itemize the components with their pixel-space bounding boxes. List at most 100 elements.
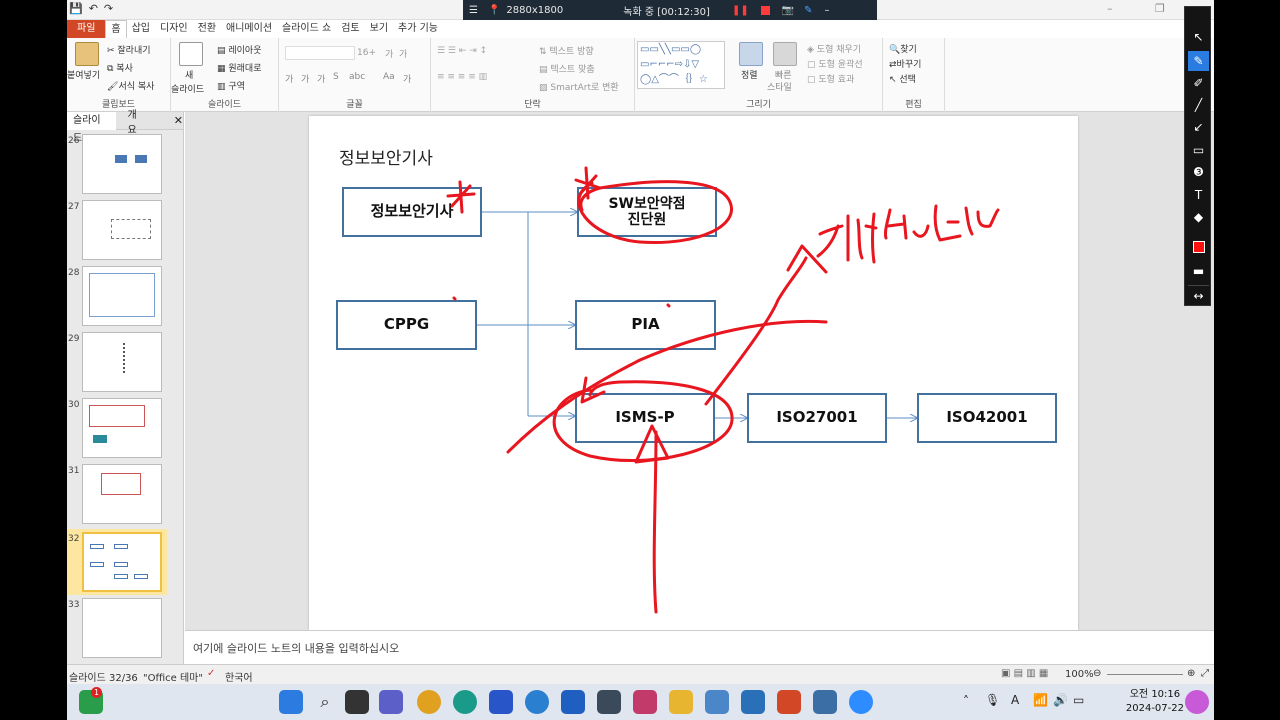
remote-icon[interactable] — [597, 690, 621, 714]
snip-icon[interactable] — [633, 690, 657, 714]
tab-design[interactable]: 디자인 — [155, 20, 193, 38]
tab-slides[interactable]: 슬라이드 — [67, 111, 116, 144]
zoom-level[interactable]: 100% — [1065, 669, 1094, 680]
thumbnail-30[interactable]: 30 — [67, 398, 184, 460]
box-sw-vulnerability-analyst[interactable]: SW보안약점 진단원 — [577, 187, 717, 237]
volume-icon[interactable]: 🔊 — [1053, 693, 1068, 707]
view-buttons[interactable]: ▣ ▤ ▥ ▦ — [1001, 668, 1048, 679]
text-icon[interactable]: T — [1188, 185, 1209, 205]
copilot-icon[interactable] — [1185, 690, 1209, 714]
box-info-security-engineer[interactable]: 정보보안기사 — [342, 187, 482, 237]
restore-icon[interactable]: ❐ — [1155, 2, 1165, 15]
tray-chevron-icon[interactable]: ˄ — [963, 694, 969, 708]
stop-icon[interactable] — [760, 5, 770, 15]
rectangle-icon[interactable]: ▭ — [1188, 140, 1209, 160]
menu-icon[interactable]: ☰ — [469, 5, 478, 16]
minimize-recorder-icon[interactable]: – — [825, 5, 830, 16]
tab-review[interactable]: 검토 — [336, 20, 364, 38]
redo-icon[interactable]: ↷ — [104, 2, 113, 15]
sync-icon[interactable] — [525, 690, 549, 714]
arrange-icon[interactable] — [739, 42, 763, 66]
search-icon[interactable]: ⌕ — [313, 690, 337, 714]
section-button[interactable]: ▥ 구역 — [217, 79, 245, 92]
arrange-button[interactable]: 정렬 — [741, 68, 758, 81]
thumbnail-29[interactable]: 29 — [67, 332, 184, 394]
tab-addins[interactable]: 추가 기능 — [393, 20, 443, 38]
pen-icon[interactable]: ✎ — [1188, 51, 1209, 71]
tab-view[interactable]: 보기 — [365, 20, 393, 38]
start-icon[interactable] — [279, 690, 303, 714]
new-slide-button[interactable]: 슬라이드 — [171, 82, 204, 95]
toolbar-toggle-icon[interactable]: ↔ — [1188, 285, 1209, 305]
teams-icon[interactable] — [379, 690, 403, 714]
italic-button[interactable]: 가 — [301, 72, 309, 85]
align-text-button[interactable]: ▤ 텍스트 맞춤 — [539, 62, 595, 75]
notepad-icon[interactable] — [705, 690, 729, 714]
notes-placeholder[interactable]: 여기에 슬라이드 노트의 내용을 입력하십시오 — [193, 640, 399, 656]
format-painter-button[interactable]: 🖌서식 복사 — [107, 79, 154, 92]
task-view-icon[interactable] — [345, 690, 369, 714]
mic-icon[interactable]: 🎙 — [985, 693, 1000, 707]
camera-icon[interactable]: 📷 — [782, 5, 794, 16]
minimize-icon[interactable]: – — [1107, 2, 1113, 15]
new-slide-button-top[interactable]: 새 — [185, 68, 193, 81]
font-name-select[interactable] — [285, 46, 355, 60]
notes-pane[interactable]: 여기에 슬라이드 노트의 내용을 입력하십시오 — [185, 630, 1214, 664]
slide-canvas[interactable]: 정보보안기사 정보보안기사 SW보안약점 진단원 CPPG PIA ISMS-P… — [309, 116, 1078, 630]
strike-button[interactable]: S — [333, 72, 339, 82]
thumbnail-32[interactable]: 32 — [67, 529, 184, 595]
zoom-out-icon[interactable]: ⊖ — [1093, 668, 1101, 679]
chrome-icon[interactable] — [417, 690, 441, 714]
box-isms-p[interactable]: ISMS-P — [575, 393, 715, 443]
fit-slide-icon[interactable]: ⤢ — [1201, 668, 1209, 679]
powerpoint-icon[interactable] — [777, 690, 801, 714]
virtualbox-icon[interactable] — [813, 690, 837, 714]
line-icon[interactable]: ╱ — [1188, 95, 1209, 115]
box-cppg[interactable]: CPPG — [336, 300, 477, 350]
spellcheck-icon[interactable]: ✓ — [207, 668, 215, 679]
pause-icon[interactable]: ❚❚ — [732, 5, 749, 16]
zoom-in-icon[interactable]: ⊕ — [1187, 668, 1195, 679]
zoom-slider[interactable] — [1107, 674, 1183, 675]
paste-button[interactable]: 붙여넣기 — [67, 68, 100, 81]
save-icon[interactable]: 💾 — [69, 2, 83, 15]
new-slide-icon[interactable] — [179, 42, 203, 66]
ime-icon[interactable]: A — [1011, 693, 1019, 707]
shrink-font-button[interactable]: 가 — [399, 47, 407, 60]
numbering-icon[interactable]: ❸ — [1188, 162, 1209, 182]
bullets-icon[interactable]: ☰ ☰ ⇤ ⇥ ↕ — [437, 46, 487, 56]
thumbnail-33[interactable]: 33 — [67, 598, 184, 660]
tab-outline[interactable]: 개요 — [122, 106, 152, 136]
eraser-icon[interactable]: ◆ — [1188, 207, 1209, 227]
tab-slideshow[interactable]: 슬라이드 쇼 — [277, 20, 336, 38]
color-swatch-icon[interactable] — [1188, 237, 1209, 257]
wifi-icon[interactable]: 📶 — [1033, 693, 1048, 707]
folder-icon[interactable] — [669, 690, 693, 714]
tab-animations[interactable]: 애니메이션 — [221, 20, 277, 38]
tab-home[interactable]: 홈 — [105, 20, 127, 38]
box-iso42001[interactable]: ISO42001 — [917, 393, 1057, 443]
box-pia[interactable]: PIA — [575, 300, 716, 350]
copy-button[interactable]: ⧉ 복사 — [107, 61, 133, 74]
tab-file[interactable]: 파일 — [67, 20, 106, 38]
close-icon[interactable]: ✕ — [174, 114, 183, 127]
image-editor-icon[interactable] — [741, 690, 765, 714]
tab-transitions[interactable]: 전환 — [193, 20, 221, 38]
smartart-button[interactable]: ▨ SmartArt로 변환 — [539, 80, 619, 93]
grow-font-button[interactable]: 가 — [385, 47, 393, 60]
text-direction-button[interactable]: ⇅ 텍스트 방향 — [539, 44, 594, 57]
cursor-icon[interactable]: ↖ — [1188, 27, 1209, 47]
spacing-button[interactable]: abc — [349, 72, 365, 82]
edge-icon[interactable] — [453, 690, 477, 714]
shape-effects-button[interactable]: ▢ 도형 효과 — [807, 72, 854, 85]
font-size-select[interactable]: 16+ — [357, 48, 376, 58]
thumbnail-26[interactable]: 26 — [67, 134, 184, 196]
align-icons[interactable]: ≡ ≡ ≡ ≡ ▥ — [437, 72, 487, 82]
thumbnail-27[interactable]: 27 — [67, 200, 184, 262]
system-clock[interactable]: 오전 10:16 2024-07-22 — [1126, 688, 1184, 716]
shape-outline-button[interactable]: ▢ 도형 윤곽선 — [807, 57, 863, 70]
tab-insert[interactable]: 삽입 — [127, 20, 155, 38]
app-icon-blue[interactable] — [489, 690, 513, 714]
paste-icon[interactable] — [75, 42, 99, 66]
reset-button[interactable]: ▦ 원래대로 — [217, 61, 262, 74]
